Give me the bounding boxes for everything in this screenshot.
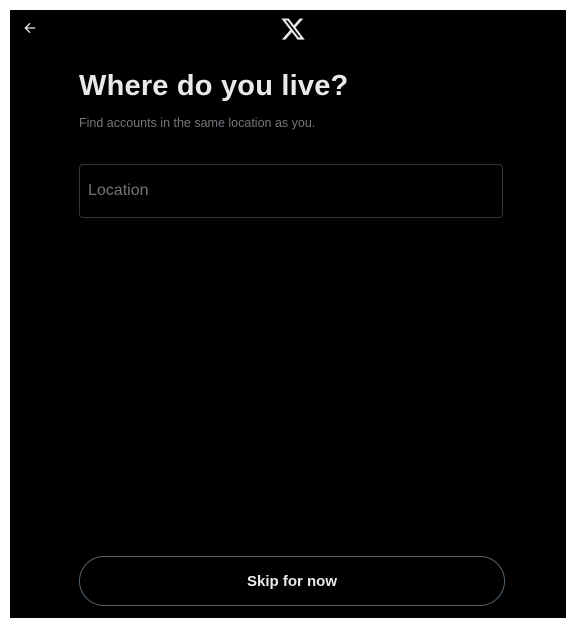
page-title: Where do you live?	[79, 70, 349, 102]
skip-for-now-button[interactable]: Skip for now	[79, 556, 505, 606]
location-field[interactable]	[79, 164, 503, 218]
page-subtitle: Find accounts in the same location as yo…	[79, 116, 316, 130]
skip-button-label: Skip for now	[247, 572, 337, 590]
location-input[interactable]	[80, 165, 502, 217]
arrow-left-icon	[24, 22, 36, 34]
location-dialog: Where do you live? Find accounts in the …	[10, 10, 566, 618]
back-button[interactable]	[18, 16, 42, 40]
x-logo-icon	[281, 18, 305, 40]
